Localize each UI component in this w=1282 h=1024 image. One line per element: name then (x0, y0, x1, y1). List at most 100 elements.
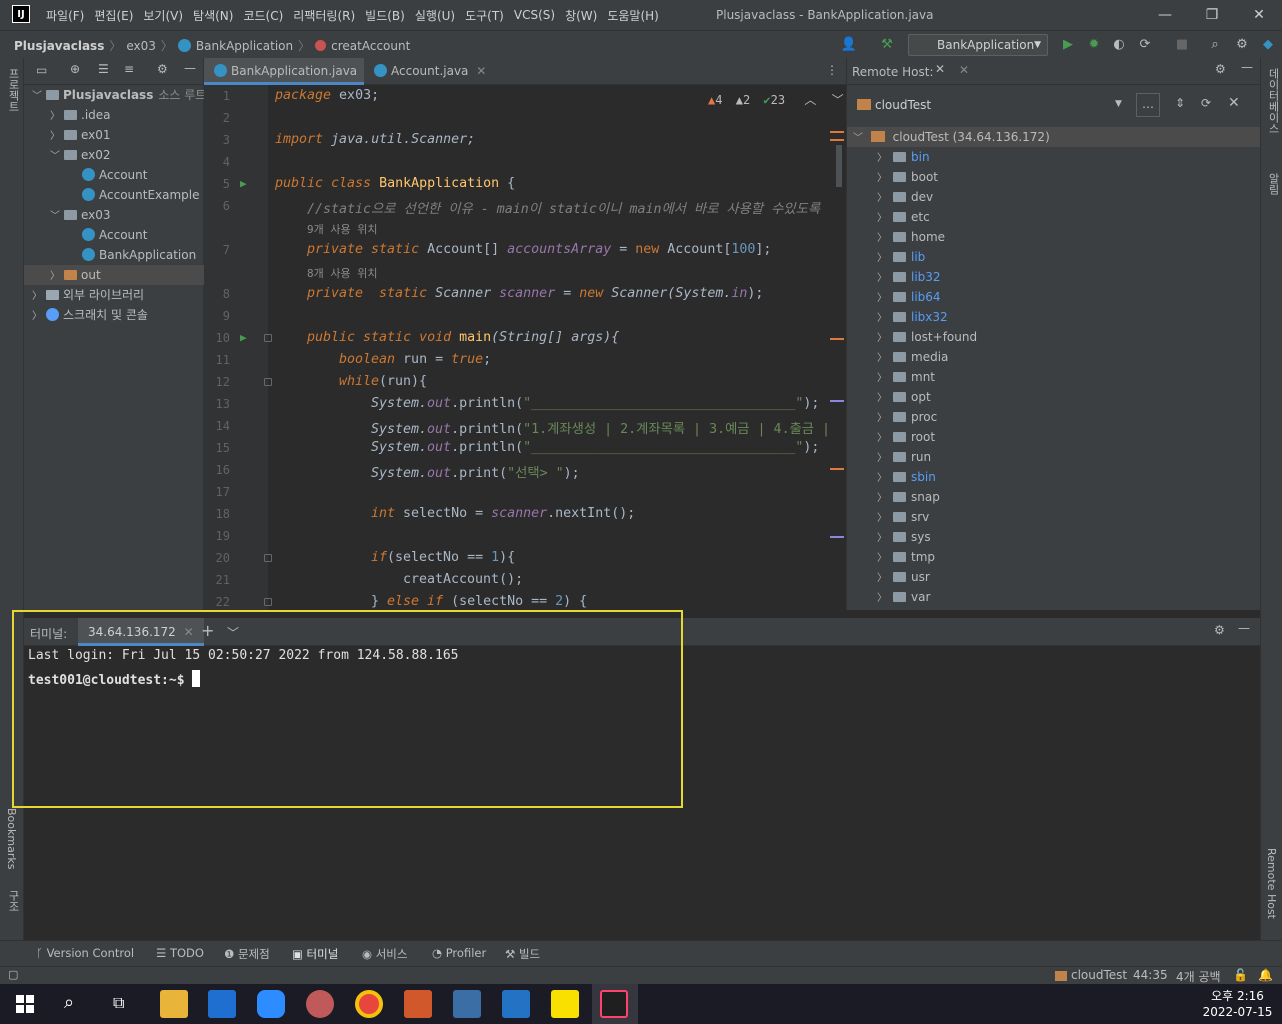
lock-icon[interactable]: 🔓 (1233, 968, 1248, 982)
fold-marker-icon[interactable] (264, 554, 272, 562)
zoom-icon[interactable] (257, 990, 285, 1018)
breadcrumb-method[interactable]: creatAccount (331, 39, 410, 53)
collapsed-chevron-icon[interactable]: 〉 (877, 549, 893, 569)
remote-dir-item[interactable]: 〉 boot (877, 167, 938, 187)
previous-highlight-icon[interactable]: ︿ (804, 93, 816, 107)
next-highlight-icon[interactable]: ﹀ (832, 93, 844, 107)
project-tree-item[interactable]: 〉 ex01 (24, 125, 204, 145)
project-settings-icon[interactable]: ⚙ (157, 62, 168, 76)
close-tab-icon[interactable]: ✕ (476, 64, 486, 78)
collapsed-chevron-icon[interactable]: 〉 (877, 589, 893, 609)
remote-dir-item[interactable]: 〉 lost+found (877, 327, 977, 347)
usage-hint[interactable]: 9개 사용 위치 (307, 221, 377, 237)
tab-account[interactable]: Account.java ✕ (364, 58, 494, 85)
remote-dir-item[interactable]: 〉 opt (877, 387, 931, 407)
collapsed-chevron-icon[interactable]: 〉 (877, 389, 893, 409)
browse-button[interactable]: … (1136, 93, 1160, 117)
remote-dir-item[interactable]: 〉 snap (877, 487, 940, 507)
error-marker[interactable] (830, 468, 844, 470)
collapsed-chevron-icon[interactable]: 〉 (50, 127, 64, 147)
remote-dir-item[interactable]: 〉 var (877, 587, 930, 607)
collapsed-chevron-icon[interactable]: 〉 (877, 149, 893, 169)
collapsed-chevron-icon[interactable]: 〉 (877, 329, 893, 349)
menu-item[interactable]: 탐색(N) (193, 7, 233, 24)
kakaotalk-icon[interactable] (551, 990, 579, 1018)
chrome-icon[interactable] (355, 990, 383, 1018)
intellij-logo-icon[interactable]: IJ (12, 5, 30, 23)
error-marker[interactable] (830, 131, 844, 133)
hide-panel-icon[interactable]: — (184, 61, 196, 75)
remote-dir-item[interactable]: 〉 sbin (877, 467, 936, 487)
stop-icon[interactable]: ■ (1173, 36, 1191, 54)
menu-item[interactable]: 파일(F) (46, 7, 84, 24)
run-main-icon[interactable]: ▶ (240, 331, 247, 344)
tool-todo[interactable]: ☰ TODO (156, 946, 204, 960)
project-tree-item[interactable]: 〉 out (24, 265, 204, 285)
close-window-icon[interactable]: ✕ (1250, 6, 1268, 24)
restore-icon[interactable]: ❐ (1203, 6, 1221, 24)
status-caret-position[interactable]: 44:35 (1133, 968, 1168, 982)
remote-dir-item[interactable]: 〉 home (877, 227, 945, 247)
hide-panel-icon[interactable]: — (1238, 621, 1250, 635)
expanded-chevron-icon[interactable]: ﹀ (50, 147, 64, 167)
menu-item[interactable]: 보기(V) (143, 7, 183, 24)
tool-build[interactable]: ⚒ 빌드 (505, 946, 540, 962)
error-marker[interactable] (830, 139, 844, 141)
status-indent[interactable]: 4개 공백 (1176, 968, 1221, 985)
collapsed-chevron-icon[interactable]: 〉 (50, 267, 64, 287)
project-tree-item[interactable]: AccountExample (24, 185, 204, 205)
more-tabs-icon[interactable]: ⋮ (826, 63, 838, 77)
server-select[interactable]: cloudTest (875, 98, 931, 112)
remote-settings-icon[interactable]: ⚙ (1215, 62, 1226, 76)
run-configuration-select[interactable]: BankApplication ▼ (908, 34, 1048, 56)
project-tree-item[interactable]: ﹀ Plusjavaclass 소스 루트, (24, 85, 210, 107)
expanded-chevron-icon[interactable]: ﹀ (32, 87, 46, 107)
expand-all-icon[interactable]: ☰ (98, 62, 109, 76)
tool-services[interactable]: ◉ 서비스 (362, 946, 407, 962)
fold-marker-icon[interactable] (264, 378, 272, 386)
project-tree-item[interactable]: BankApplication (24, 245, 204, 265)
collapsed-chevron-icon[interactable]: 〉 (877, 209, 893, 229)
file-explorer-icon[interactable] (160, 990, 188, 1018)
bookmarks-tool-tab[interactable]: Bookmarks (5, 808, 18, 869)
remote-host-tool-tab[interactable]: Remote Host (1265, 848, 1278, 919)
collapsed-chevron-icon[interactable]: 〉 (32, 307, 46, 327)
disconnect-icon[interactable]: ✕ (1228, 95, 1240, 111)
remote-dir-item[interactable]: 〉 lib32 (877, 267, 941, 287)
windows-start-icon[interactable] (16, 995, 34, 1013)
collapsed-chevron-icon[interactable]: 〉 (877, 449, 893, 469)
remote-dir-item[interactable]: 〉 mnt (877, 367, 935, 387)
debug-icon[interactable]: ✹ (1085, 36, 1103, 54)
collapsed-chevron-icon[interactable]: 〉 (32, 287, 46, 307)
build-hammer-icon[interactable]: ⚒ (878, 36, 896, 54)
collapsed-chevron-icon[interactable]: 〉 (877, 369, 893, 389)
error-marker[interactable] (830, 338, 844, 340)
collapsed-chevron-icon[interactable]: 〉 (877, 169, 893, 189)
remote-dir-item[interactable]: 〉 usr (877, 567, 930, 587)
collapsed-chevron-icon[interactable]: 〉 (877, 189, 893, 209)
menu-item[interactable]: 도움말(H) (607, 7, 659, 24)
mail-icon[interactable] (208, 990, 236, 1018)
dropdown-arrow-icon[interactable]: ▼ (1115, 99, 1122, 109)
remote-dir-item[interactable]: 〉 bin (877, 147, 930, 167)
remote-dir-item[interactable]: 〉 dev (877, 187, 933, 207)
menu-item[interactable]: 빌드(B) (365, 7, 405, 24)
remote-dir-item[interactable]: 〉 proc (877, 407, 937, 427)
collapsed-chevron-icon[interactable]: 〉 (877, 509, 893, 529)
project-tree-item[interactable]: 〉 .idea (24, 105, 204, 125)
warning-marker[interactable] (830, 536, 844, 538)
collapse-icon[interactable]: ⇕ (1175, 96, 1185, 110)
collapsed-chevron-icon[interactable]: 〉 (877, 409, 893, 429)
fold-marker-icon[interactable] (264, 598, 272, 606)
remote-dir-item[interactable]: 〉 media (877, 347, 948, 367)
menu-item[interactable]: 편집(E) (94, 7, 133, 24)
search-icon[interactable]: ⌕ (1206, 36, 1224, 54)
jetbrains-toolbox-icon[interactable]: ◆ (1259, 36, 1277, 54)
project-tree-item[interactable]: ﹀ ex02 (24, 145, 204, 165)
collapsed-chevron-icon[interactable]: 〉 (877, 349, 893, 369)
locate-icon[interactable]: ⊕ (70, 62, 80, 76)
tool-terminal[interactable]: ▣ 터미널 (292, 946, 338, 962)
notification-bell-icon[interactable]: 🔔 (1258, 968, 1273, 982)
user-icon[interactable]: 👤 (840, 36, 858, 54)
project-tree-item[interactable]: 〉 외부 라이브러리 (24, 285, 204, 305)
